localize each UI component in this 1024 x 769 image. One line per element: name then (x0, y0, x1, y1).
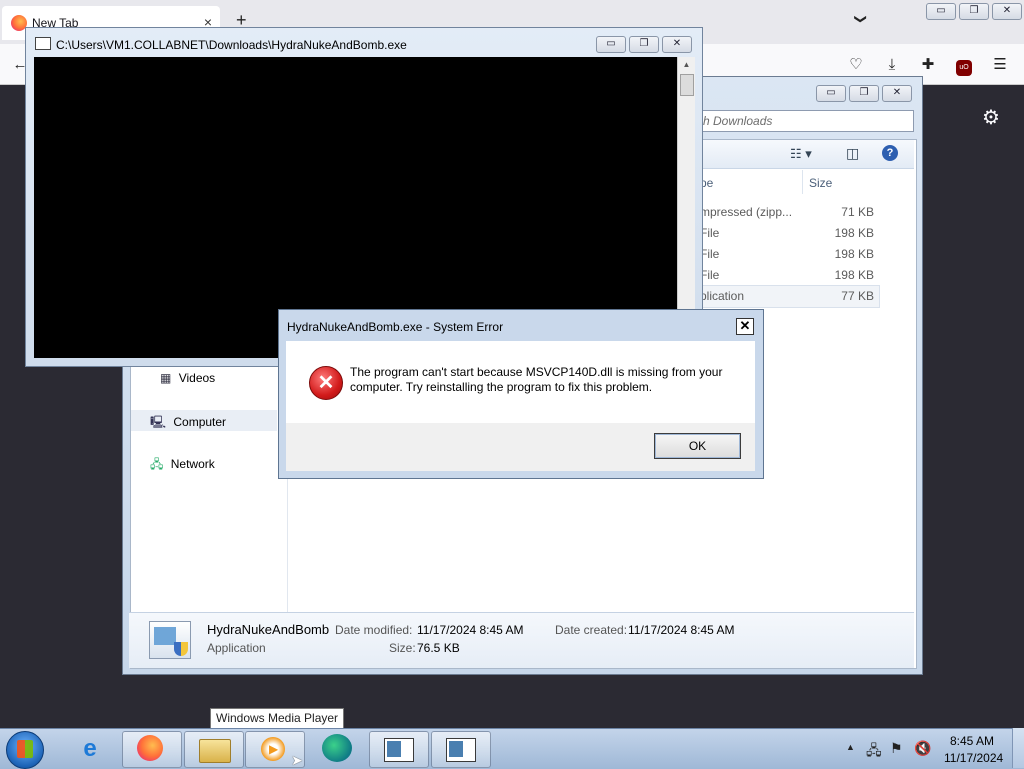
console-restore-button[interactable]: ❐ (629, 36, 659, 53)
action-center-flag-icon[interactable]: ⚑ (890, 740, 903, 757)
row-size: 198 KB (834, 226, 874, 240)
search-input[interactable]: rch Downloads ⌕ (686, 110, 914, 132)
ok-button[interactable]: OK (654, 433, 741, 459)
size-value: 76.5 KB (417, 641, 460, 655)
clock-date[interactable]: 11/17/2024 (944, 751, 1003, 765)
videos-icon: ▦ (160, 371, 172, 385)
show-desktop-button[interactable] (1012, 728, 1024, 768)
computer-icon: 🖳 (150, 415, 167, 429)
volume-muted-icon[interactable]: 🔇 (914, 740, 931, 757)
explorer-minimize-button[interactable]: ▭ (816, 85, 846, 102)
show-hidden-icons-icon[interactable]: ▲ (846, 742, 855, 752)
nav-item-computer[interactable]: 🖳 Computer (150, 413, 226, 434)
dialog-body: ✕ The program can't start because MSVCP1… (286, 341, 755, 423)
taskbar-tooltip: Windows Media Player (210, 708, 345, 729)
details-pane: HydraNukeAndBomb Application Date modifi… (129, 612, 914, 668)
close-browser-button[interactable]: ✕ (992, 3, 1022, 20)
minimize-button[interactable]: ▭ (926, 3, 956, 20)
row-size: 77 KB (841, 289, 874, 303)
column-size[interactable]: Size (809, 176, 832, 190)
console-title: C:\Users\VM1.COLLABNET\Downloads\HydraNu… (56, 38, 407, 52)
edge-icon[interactable] (322, 734, 352, 762)
dialog-footer: OK (286, 423, 755, 471)
application-icon (149, 621, 191, 659)
file-kind: Application (207, 641, 266, 655)
file-name: HydraNukeAndBomb (207, 622, 330, 637)
scroll-up-icon[interactable]: ▲ (679, 57, 694, 72)
explorer-toolbar: ☷ ▾ ◫ ? (686, 140, 914, 169)
search-icon: ⌕ (693, 112, 908, 127)
network-tray-icon[interactable]: 🖧 (866, 740, 882, 764)
explorer-restore-button[interactable]: ❐ (849, 85, 879, 102)
console-window-icon (384, 738, 414, 762)
file-explorer-icon (199, 739, 231, 763)
gear-icon[interactable]: ⚙ (982, 105, 1000, 130)
clock-time[interactable]: 8:45 AM (950, 734, 994, 748)
dialog-close-button[interactable]: ✕ (736, 318, 754, 335)
windows-logo-icon (17, 740, 33, 758)
menu-icon[interactable]: ☰ (990, 55, 1010, 75)
date-modified-value: 11/17/2024 8:45 AM (417, 623, 524, 637)
mouse-cursor-icon: ➤ (291, 752, 303, 768)
row-size: 198 KB (834, 268, 874, 282)
console-close-button[interactable]: ✕ (662, 36, 692, 53)
start-button[interactable] (6, 731, 44, 769)
row-type[interactable]: mpressed (zipp... (700, 205, 792, 219)
download-icon[interactable]: ⤓ (882, 55, 902, 75)
nav-item-label: Network (170, 457, 215, 471)
list-all-tabs-button[interactable]: ❯ (854, 14, 868, 24)
row-type[interactable]: plication (700, 289, 744, 303)
error-message: The program can't start because MSVCP140… (350, 365, 723, 394)
help-icon[interactable]: ? (882, 145, 898, 161)
browser-window-controls: ▭ ❐ ✕ (924, 0, 1024, 22)
error-icon: ✕ (309, 366, 343, 400)
dialog-title: HydraNukeAndBomb.exe - System Error (287, 320, 504, 334)
nav-item-label: Computer (173, 415, 227, 429)
explorer-close-button[interactable]: ✕ (882, 85, 912, 102)
console-window-icon (446, 738, 476, 762)
view-options-icon[interactable]: ☷ ▾ (790, 146, 812, 162)
ublock-icon[interactable]: uO (954, 55, 974, 76)
nav-item-network[interactable]: 🖧 Network (150, 455, 215, 476)
scroll-thumb[interactable] (680, 74, 694, 96)
column-divider (802, 170, 803, 194)
size-label: Size: (389, 641, 416, 655)
date-created-label: Date created: (555, 623, 628, 637)
preview-pane-icon[interactable]: ◫ (846, 145, 859, 162)
firefox-icon (137, 735, 163, 761)
internet-explorer-icon[interactable]: e (76, 737, 104, 761)
error-dialog: HydraNukeAndBomb.exe - System Error ✕ ✕ … (278, 309, 764, 479)
extensions-icon[interactable]: ✚ (918, 55, 938, 75)
pocket-icon[interactable]: ♡ (846, 55, 866, 75)
nav-item-videos[interactable]: ▦ Videos (160, 371, 215, 385)
row-size: 71 KB (841, 205, 874, 219)
console-minimize-button[interactable]: ▭ (596, 36, 626, 53)
restore-button[interactable]: ❐ (959, 3, 989, 20)
row-size: 198 KB (834, 247, 874, 261)
date-created-value: 11/17/2024 8:45 AM (628, 623, 735, 637)
windows-media-player-icon: ▶ (261, 737, 285, 761)
date-modified-label: Date modified: (335, 623, 413, 637)
nav-item-label: Videos (178, 371, 216, 385)
console-window-icon (35, 37, 51, 50)
network-icon: 🖧 (150, 457, 164, 471)
